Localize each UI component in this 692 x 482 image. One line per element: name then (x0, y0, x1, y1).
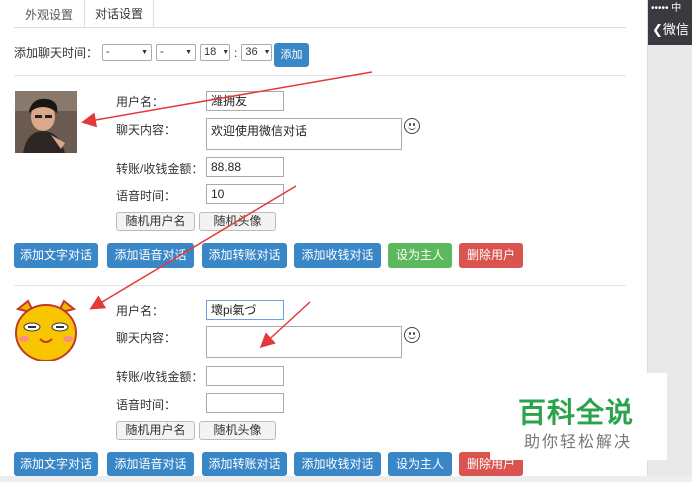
amount-label: 转账/收钱金额： (116, 162, 204, 176)
add-voice-dialog-button[interactable]: 添加语音对话 (107, 452, 194, 476)
set-owner-button[interactable]: 设为主人 (388, 452, 452, 476)
chevron-down-icon: ▼ (263, 49, 271, 56)
content-textarea[interactable]: 欢迎使用微信对话 (206, 118, 402, 150)
amount-label: 转账/收钱金额： (116, 370, 204, 384)
voice-label: 语音时间： (116, 398, 177, 412)
time-colon: : (234, 45, 238, 60)
add-receive-dialog-button[interactable]: 添加收钱对话 (294, 243, 381, 268)
add-voice-dialog-button[interactable]: 添加语音对话 (107, 243, 194, 268)
bottom-scrollbar[interactable] (0, 476, 692, 482)
add-text-dialog-button[interactable]: 添加文字对话 (14, 452, 98, 476)
random-avatar-button[interactable]: 随机头像 (199, 212, 276, 231)
divider (14, 285, 626, 286)
settings-tabs: 外观设置 对话设置 (14, 0, 155, 28)
random-avatar-button[interactable]: 随机头像 (199, 421, 276, 440)
tab-dialog[interactable]: 对话设置 (84, 0, 155, 28)
username-label: 用户名： (116, 95, 165, 109)
chat-time-label: 添加聊天时间： (14, 46, 99, 60)
username-label: 用户名： (116, 304, 165, 318)
back-button[interactable]: ❮微信 (652, 19, 689, 38)
random-username-button[interactable]: 随机用户名 (116, 421, 195, 440)
avatar[interactable] (14, 299, 78, 361)
phone-header: ••••• 中 ❮微信 (648, 0, 692, 45)
minute-select[interactable]: 36 ▼ (241, 44, 273, 61)
add-transfer-dialog-button[interactable]: 添加转账对话 (202, 243, 287, 268)
voice-label: 语音时间： (116, 189, 177, 203)
chevron-down-icon: ▼ (222, 49, 230, 56)
content-label: 聊天内容： (116, 331, 177, 345)
voice-input[interactable] (206, 393, 284, 413)
year-select[interactable]: - ▼ (102, 44, 153, 61)
content-textarea[interactable] (206, 326, 402, 358)
amount-input[interactable]: 88.88 (206, 157, 284, 177)
tab-divider (14, 27, 626, 28)
chevron-down-icon: ▼ (185, 49, 193, 56)
tab-appearance[interactable]: 外观设置 (14, 0, 84, 28)
hour-select[interactable]: 18 ▼ (200, 44, 231, 61)
chevron-down-icon: ▼ (141, 49, 149, 56)
emoji-icon[interactable] (404, 327, 420, 343)
watermark-title: 百科全说 (518, 397, 635, 428)
watermark-subtitle: 助你轻松解决 (524, 434, 633, 451)
month-select[interactable]: - ▼ (156, 44, 197, 61)
set-owner-button[interactable]: 设为主人 (388, 243, 452, 268)
divider (14, 75, 626, 76)
voice-input[interactable]: 10 (206, 184, 284, 204)
add-transfer-dialog-button[interactable]: 添加转账对话 (202, 452, 287, 476)
add-receive-dialog-button[interactable]: 添加收钱对话 (294, 452, 381, 476)
username-input[interactable]: 潍拥友 (206, 91, 284, 111)
delete-user-button[interactable]: 删除用户 (459, 243, 523, 268)
phone-status: ••••• 中 (651, 3, 682, 14)
username-input[interactable]: 壞pi氣づ (206, 300, 284, 320)
random-username-button[interactable]: 随机用户名 (116, 212, 195, 231)
add-text-dialog-button[interactable]: 添加文字对话 (14, 243, 98, 268)
chevron-left-icon: ❮ (652, 22, 663, 37)
amount-input[interactable] (206, 366, 284, 386)
emoji-icon[interactable] (404, 118, 420, 134)
avatar[interactable] (15, 91, 77, 153)
chat-time-row: 添加聊天时间： - ▼ - ▼ 18 ▼ : 36 ▼ (14, 44, 273, 61)
watermark: 百科全说 助你轻松解决 (490, 373, 667, 460)
content-label: 聊天内容： (116, 123, 177, 137)
add-time-button[interactable]: 添加 (274, 43, 309, 67)
dialog-settings-page: 外观设置 对话设置 添加聊天时间： - ▼ - ▼ 18 ▼ : 36 ▼ 添加 用户名… (0, 0, 692, 482)
